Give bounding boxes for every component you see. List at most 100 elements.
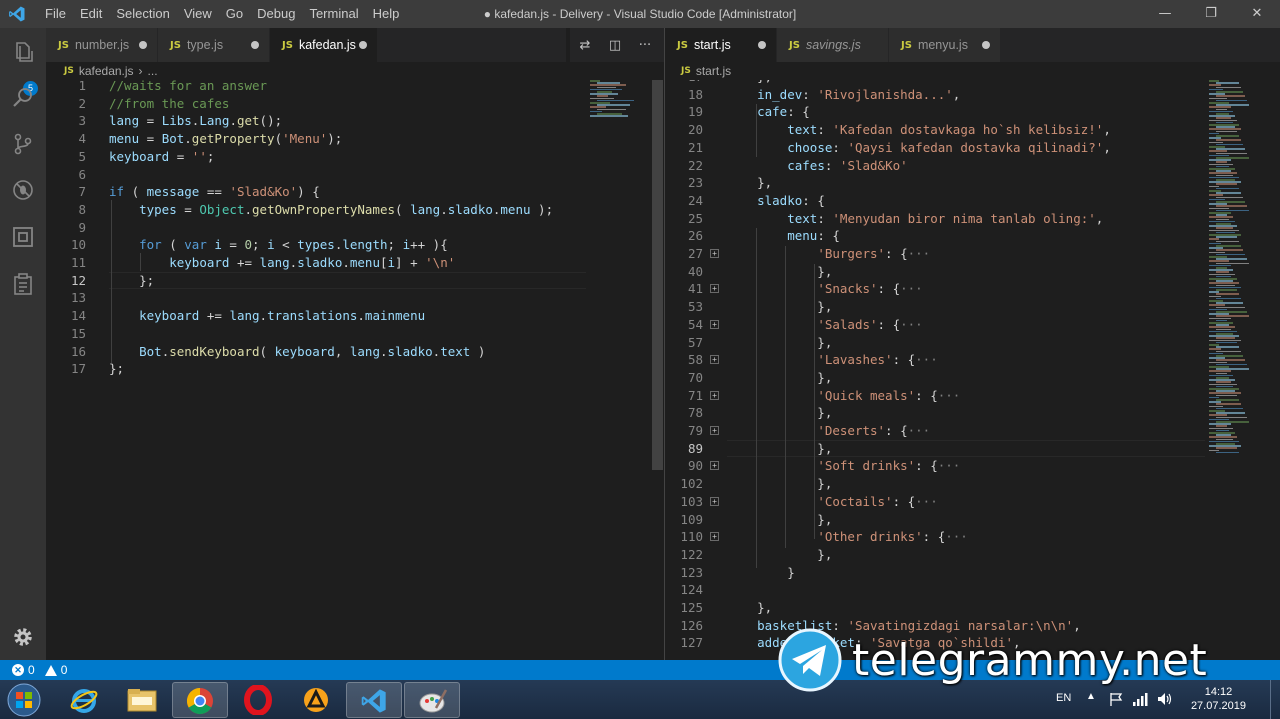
code-line[interactable]: 14 keyboard += lang.translations.mainmen… [46, 307, 664, 325]
taskbar-paint[interactable] [404, 682, 460, 718]
unsaved-dot-icon[interactable] [982, 41, 990, 49]
close-button[interactable]: ✕ [1234, 0, 1280, 28]
unsaved-dot-icon[interactable] [251, 41, 259, 49]
unsaved-dot-icon[interactable] [139, 41, 147, 49]
breadcrumb-more[interactable]: ... [148, 62, 158, 80]
tab-number-js[interactable]: JS number.js [46, 28, 158, 62]
code-line[interactable]: 24 sladko: { [665, 192, 1280, 210]
menu-debug[interactable]: Debug [250, 0, 302, 28]
taskbar-opera[interactable] [230, 682, 286, 718]
code-line[interactable]: 2 //from the cafes [46, 95, 664, 113]
code-line[interactable]: 15 [46, 325, 664, 343]
code-line[interactable]: 53 }, [665, 298, 1280, 316]
fold-expand-icon[interactable]: + [710, 461, 719, 471]
code-line[interactable]: 20 text: 'Kafedan dostavkaga ho`sh kelib… [665, 121, 1280, 139]
tab-kafedan-js[interactable]: JS kafedan.js [270, 28, 378, 62]
code-line[interactable]: 70 }, [665, 369, 1280, 387]
vscode-logo-icon[interactable] [8, 5, 26, 23]
remote-explorer-icon[interactable] [11, 272, 35, 296]
code-line[interactable]: 1 //waits for an answer [46, 80, 664, 95]
code-line[interactable]: 110 + 'Other drinks': {··· [665, 528, 1280, 546]
code-line[interactable]: 11 keyboard += lang.sladko.menu[i] + '\n… [46, 254, 664, 272]
tab-menyu-js[interactable]: JS menyu.js [889, 28, 1001, 62]
code-line[interactable]: 124 [665, 581, 1280, 599]
code-line[interactable]: 21 choose: 'Qaysi kafedan dostavka qilin… [665, 139, 1280, 157]
code-line[interactable]: 54 + 'Salads': {··· [665, 316, 1280, 334]
code-line[interactable]: 41 + 'Snacks': {··· [665, 280, 1280, 298]
maximize-button[interactable]: ❐ [1188, 0, 1234, 28]
code-line[interactable]: 9 [46, 219, 664, 237]
search-icon[interactable] [11, 86, 35, 110]
menu-file[interactable]: File [38, 0, 73, 28]
tab-type-js[interactable]: JS type.js [158, 28, 270, 62]
menu-terminal[interactable]: Terminal [302, 0, 365, 28]
network-icon[interactable] [1132, 691, 1148, 707]
code-line[interactable]: 25 text: 'Menyudan biror nima tanlab oli… [665, 210, 1280, 228]
show-hidden-icons-icon[interactable]: ▲ [1086, 691, 1096, 702]
speaker-volume-icon[interactable] [1156, 691, 1172, 707]
split-editor-icon[interactable]: ◫ [600, 38, 630, 53]
tab-start-js[interactable]: JS start.js [665, 28, 777, 62]
menu-edit[interactable]: Edit [73, 0, 109, 28]
code-line[interactable]: 71 + 'Quick meals': {··· [665, 387, 1280, 405]
fold-expand-icon[interactable]: + [710, 319, 719, 329]
code-line[interactable]: 6 [46, 166, 664, 184]
code-line[interactable]: 89 }, [665, 440, 1280, 458]
open-changes-icon[interactable]: ⇄ [570, 38, 600, 53]
breadcrumb-file[interactable]: start.js [696, 62, 731, 80]
unsaved-dot-icon[interactable] [758, 41, 766, 49]
code-line[interactable]: 16 Bot.sendKeyboard( keyboard, lang.slad… [46, 343, 664, 361]
code-line[interactable]: 26 menu: { [665, 227, 1280, 245]
minimize-button[interactable]: — [1142, 0, 1188, 28]
code-line[interactable]: 90 + 'Soft drinks': {··· [665, 457, 1280, 475]
code-line[interactable]: 103 + 'Coctails': {··· [665, 493, 1280, 511]
taskbar-chrome[interactable] [172, 682, 228, 718]
code-line[interactable]: 102 }, [665, 475, 1280, 493]
fold-expand-icon[interactable]: + [710, 426, 719, 435]
action-center-flag-icon[interactable] [1108, 691, 1124, 707]
fold-expand-icon[interactable]: + [710, 249, 719, 258]
menu-selection[interactable]: Selection [109, 0, 176, 28]
code-line[interactable]: 3 lang = Libs.Lang.get(); [46, 112, 664, 130]
code-line[interactable]: 22 cafes: 'Slad&Ko' [665, 157, 1280, 175]
taskbar-vscode[interactable] [346, 682, 402, 718]
code-line[interactable]: 40 }, [665, 263, 1280, 281]
code-line[interactable]: 7 if ( message == 'Slad&Ko') { [46, 183, 664, 201]
fold-expand-icon[interactable]: + [710, 532, 719, 542]
taskbar-avast[interactable] [288, 682, 344, 718]
taskbar-internet-explorer[interactable] [56, 682, 112, 718]
code-line[interactable]: 123 } [665, 564, 1280, 582]
code-line[interactable]: 78 }, [665, 404, 1280, 422]
fold-expand-icon[interactable]: + [710, 355, 719, 365]
explorer-icon[interactable] [11, 40, 35, 64]
code-line[interactable]: 19 cafe: { [665, 103, 1280, 121]
code-line[interactable]: 13 [46, 289, 664, 307]
code-line[interactable]: 4 menu = Bot.getProperty('Menu'); [46, 130, 664, 148]
code-line[interactable]: 109 }, [665, 511, 1280, 529]
more-actions-icon[interactable]: ··· [630, 38, 660, 53]
left-code-editor[interactable]: 1//waits for an answer 2//from the cafes 3… [46, 80, 664, 660]
taskbar-file-explorer[interactable] [114, 682, 170, 718]
code-line[interactable]: 58 + 'Lavashes': {··· [665, 351, 1280, 369]
right-code-editor[interactable]: 17 },18 in_dev: 'Rivojlanishda...',19 ca… [665, 80, 1280, 660]
menu-view[interactable]: View [177, 0, 219, 28]
code-line[interactable]: 79 + 'Deserts': {··· [665, 422, 1280, 440]
start-button-icon[interactable] [6, 682, 42, 718]
menu-help[interactable]: Help [366, 0, 407, 28]
menu-go[interactable]: Go [219, 0, 250, 28]
unsaved-dot-icon[interactable] [359, 41, 367, 49]
tab-savings-js[interactable]: JS savings.js [777, 28, 889, 62]
code-line[interactable]: 12 }; [46, 272, 664, 290]
code-line[interactable]: 122 }, [665, 546, 1280, 564]
code-line[interactable]: 23 }, [665, 174, 1280, 192]
code-line[interactable]: 18 in_dev: 'Rivojlanishda...', [665, 86, 1280, 104]
code-line[interactable]: 17}; [46, 360, 664, 378]
code-line[interactable]: 57 }, [665, 334, 1280, 352]
breadcrumb-file[interactable]: kafedan.js [79, 62, 134, 80]
code-line[interactable]: 5 keyboard = ''; [46, 148, 664, 166]
code-line[interactable]: 10 for ( var i = 0; i < types.length; i+… [46, 236, 664, 254]
fold-expand-icon[interactable]: + [710, 496, 719, 506]
fold-expand-icon[interactable]: + [710, 284, 719, 294]
code-line[interactable]: 125 }, [665, 599, 1280, 617]
debug-icon[interactable] [11, 178, 35, 202]
